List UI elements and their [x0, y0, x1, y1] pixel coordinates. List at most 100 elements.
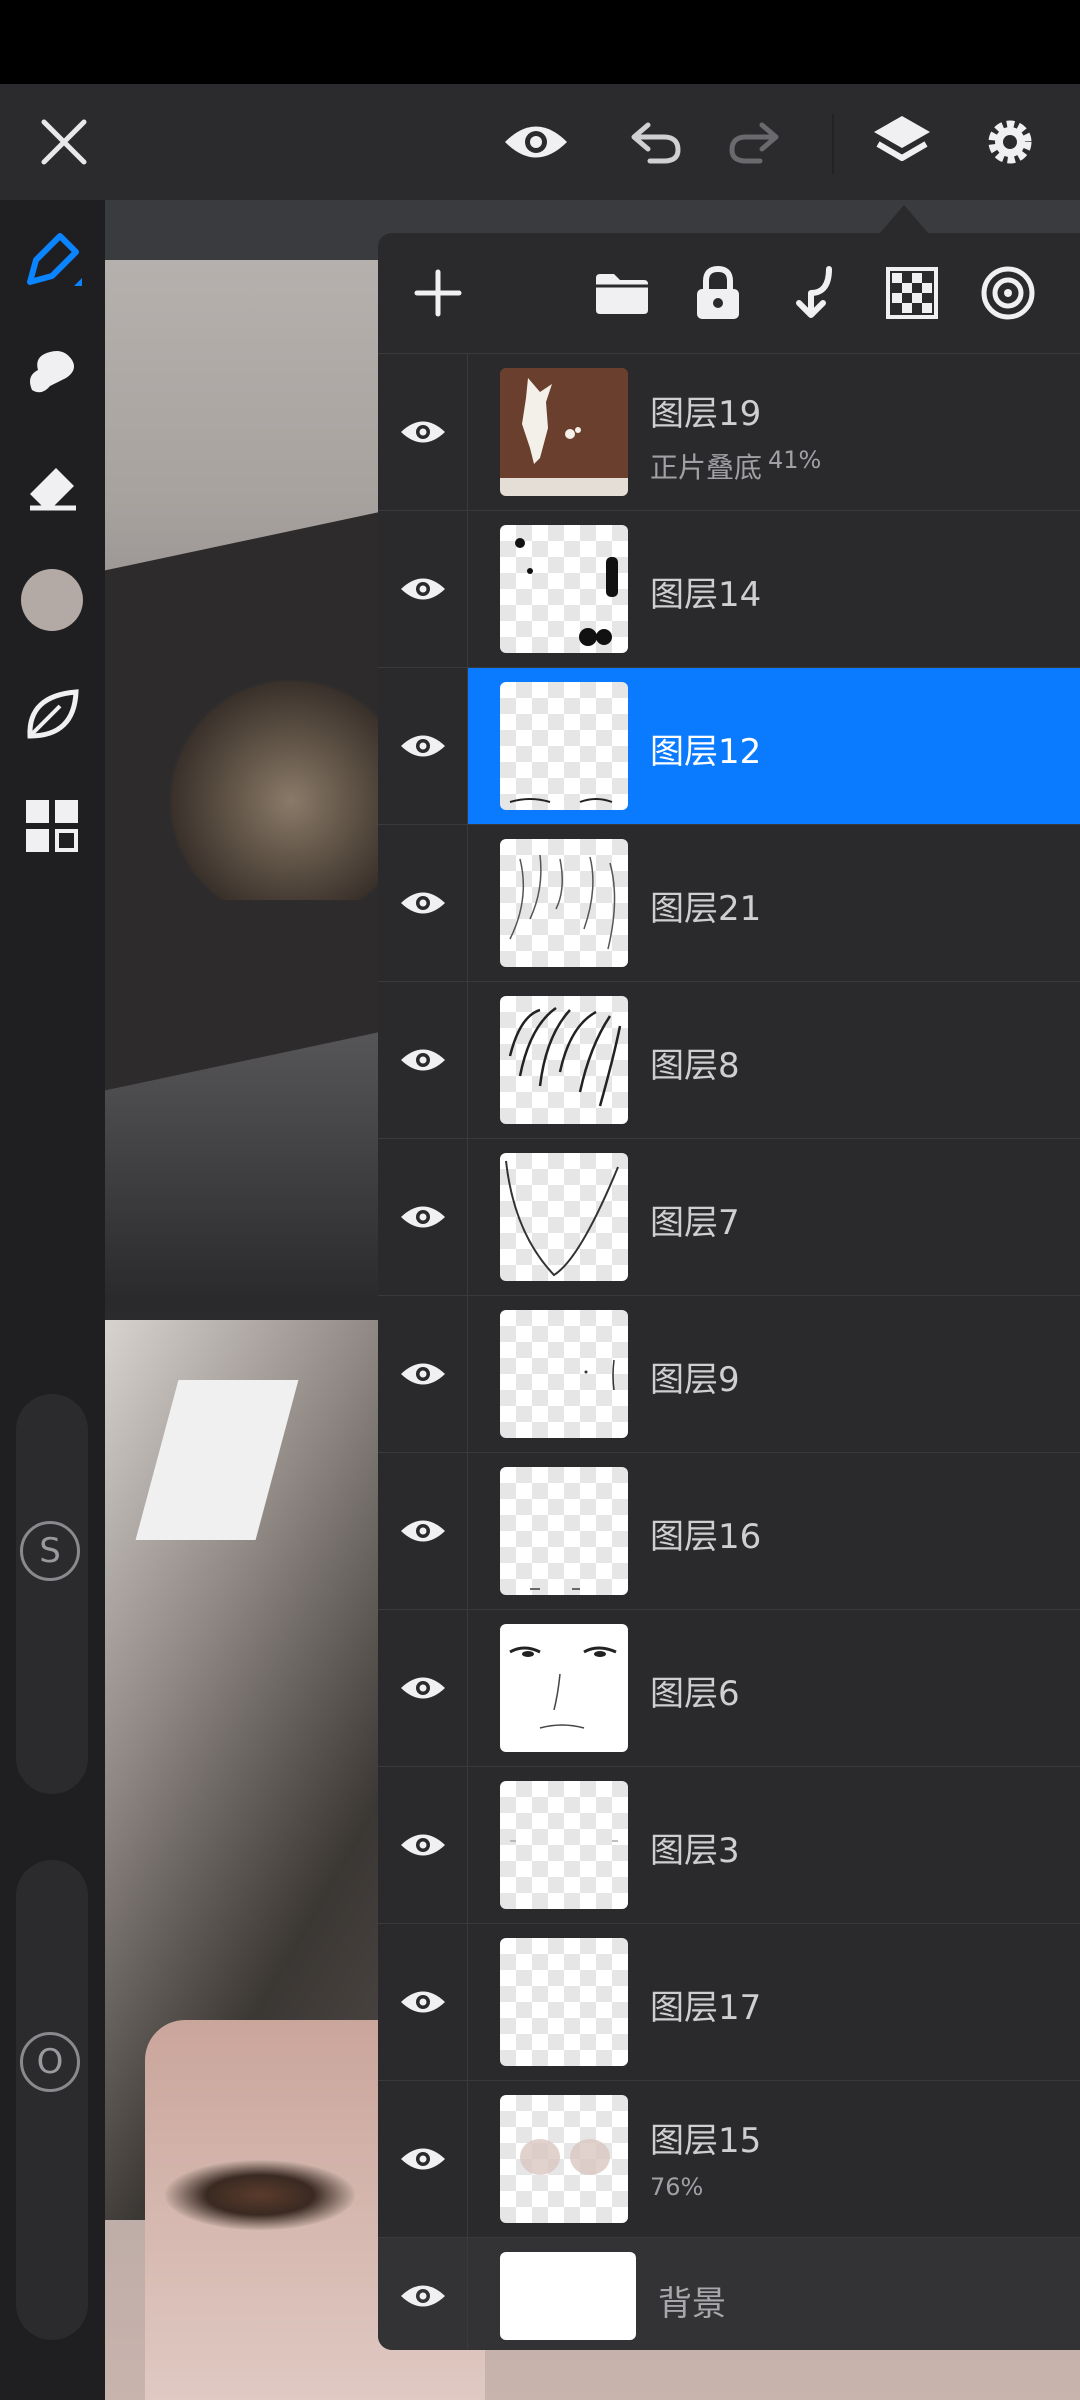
layer-name: 图层6: [650, 1674, 740, 1714]
layer-visibility-toggle[interactable]: [378, 354, 468, 510]
layer-visibility-toggle[interactable]: [378, 511, 468, 667]
layer-thumbnail: [500, 1938, 628, 2066]
eye-icon: [400, 1834, 445, 1856]
eye-icon: [400, 1206, 445, 1228]
brush-size-slider[interactable]: S: [16, 1394, 88, 1794]
brush-size-knob[interactable]: S: [20, 1521, 80, 1581]
layers-button[interactable]: [852, 84, 952, 200]
layer-thumbnail: [500, 839, 628, 967]
layer-row[interactable]: 图层6: [378, 1609, 1080, 1766]
color-swatch-tool[interactable]: [12, 560, 92, 640]
eye-icon: [400, 1049, 445, 1071]
layer-thumbnail: [500, 368, 628, 496]
layer-visibility-toggle[interactable]: [378, 1453, 468, 1609]
visibility-button[interactable]: [486, 84, 586, 200]
layer-visibility-toggle[interactable]: [378, 668, 468, 824]
eraser-icon: [30, 468, 76, 511]
undo-button[interactable]: [606, 84, 706, 200]
status-bar: [0, 0, 1080, 84]
plus-icon: [414, 269, 462, 317]
layer-opacity: 76%: [650, 2173, 704, 2201]
layer-visibility-toggle[interactable]: [378, 1610, 468, 1766]
layer-row[interactable]: 图层19 正片叠底 41%: [378, 353, 1080, 510]
layer-row[interactable]: 图层15 76%: [378, 2080, 1080, 2237]
merge-down-button[interactable]: [774, 253, 854, 333]
lock-layer-button[interactable]: [678, 253, 758, 333]
layer-name: 图层15: [650, 2121, 762, 2161]
layer-blend-mode: 正片叠底: [650, 451, 763, 484]
layer-row[interactable]: 图层9: [378, 1295, 1080, 1452]
layer-thumbnail: [500, 1624, 628, 1752]
background-color-swatch[interactable]: [500, 2252, 636, 2340]
layer-visibility-toggle[interactable]: [378, 1767, 468, 1923]
layer-visibility-toggle[interactable]: [378, 1924, 468, 2080]
layer-thumbnail: [500, 525, 628, 653]
layers-panel: 图层19 正片叠底 41% 图层14 图层12 图层21 图层8 图层7 图层9…: [378, 233, 1080, 2350]
eraser-tool[interactable]: [12, 446, 92, 526]
layer-thumbnail: [500, 1153, 628, 1281]
eye-icon: [400, 1991, 445, 2013]
layer-list: 图层19 正片叠底 41% 图层14 图层12 图层21 图层8 图层7 图层9…: [378, 353, 1080, 2350]
undo-icon: [631, 122, 681, 164]
layer-row[interactable]: 图层16: [378, 1452, 1080, 1609]
layer-visibility-toggle[interactable]: [378, 2081, 468, 2237]
size-slider-label: S: [39, 1531, 61, 1571]
layer-target-button[interactable]: [968, 253, 1048, 333]
layer-name: 图层21: [650, 889, 762, 929]
redo-button[interactable]: [704, 84, 804, 200]
layer-visibility-toggle[interactable]: [378, 982, 468, 1138]
adjust-tool[interactable]: [12, 674, 92, 754]
layer-row[interactable]: 图层14: [378, 510, 1080, 667]
layer-row-selected[interactable]: 图层12: [378, 667, 1080, 824]
gear-icon: [988, 120, 1032, 164]
layer-name: 图层12: [650, 732, 762, 772]
transparency-lock-button[interactable]: [872, 253, 952, 333]
layer-thumbnail: [500, 2095, 628, 2223]
layer-row[interactable]: 图层3: [378, 1766, 1080, 1923]
lock-icon: [697, 265, 739, 319]
layer-name: 图层8: [650, 1046, 740, 1086]
layer-thumbnail: [500, 996, 628, 1124]
color-swatch: [21, 569, 83, 631]
opacity-slider-label: O: [36, 2042, 64, 2082]
layer-visibility-toggle[interactable]: [378, 2238, 468, 2350]
leaf-icon: [27, 689, 79, 739]
layer-thumbnail: [500, 1467, 628, 1595]
group-layer-button[interactable]: [582, 253, 662, 333]
layer-visibility-toggle[interactable]: [378, 825, 468, 981]
artwork-eye: [165, 2160, 355, 2230]
folder-icon: [596, 274, 648, 314]
eye-icon: [400, 578, 445, 600]
layer-thumbnail: [500, 1781, 628, 1909]
layer-row[interactable]: 图层8: [378, 981, 1080, 1138]
layer-row[interactable]: 图层7: [378, 1138, 1080, 1295]
layer-thumbnail: [500, 1310, 628, 1438]
layer-name: 图层7: [650, 1203, 740, 1243]
layer-row[interactable]: 图层17: [378, 1923, 1080, 2080]
layers-toolbar: [378, 233, 1080, 353]
layer-thumbnail: [500, 682, 628, 810]
smudge-icon: [30, 351, 74, 393]
eye-icon: [400, 892, 445, 914]
close-button[interactable]: [14, 84, 114, 200]
layer-name: 图层17: [650, 1988, 762, 2028]
layer-name: 图层3: [650, 1831, 740, 1871]
add-layer-button[interactable]: [398, 253, 478, 333]
toolbar-divider: [832, 114, 834, 174]
layer-row[interactable]: 图层21: [378, 824, 1080, 981]
background-layer-row[interactable]: 背景: [378, 2237, 1080, 2350]
grid-icon: [26, 800, 78, 852]
gallery-tool[interactable]: [12, 786, 92, 866]
layers-icon: [874, 116, 930, 161]
brush-tool[interactable]: [12, 220, 92, 300]
background-layer-name: 背景: [658, 2284, 726, 2324]
transparency-icon: [886, 267, 938, 319]
layer-visibility-toggle[interactable]: [378, 1139, 468, 1295]
settings-button[interactable]: [960, 84, 1060, 200]
opacity-knob[interactable]: O: [20, 2032, 80, 2092]
eye-icon: [400, 1677, 445, 1699]
opacity-slider[interactable]: O: [16, 1860, 88, 2340]
tool-sidebar: S O: [0, 200, 105, 2400]
smudge-tool[interactable]: [12, 332, 92, 412]
layer-visibility-toggle[interactable]: [378, 1296, 468, 1452]
